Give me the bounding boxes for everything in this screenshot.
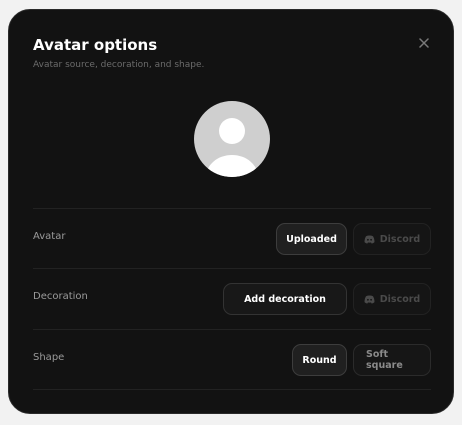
avatar-discord-button[interactable]: Discord — [353, 223, 431, 255]
close-icon — [419, 38, 429, 48]
add-decoration-label: Add decoration — [244, 293, 326, 305]
avatar-preview — [194, 101, 270, 177]
avatar-row: Avatar Uploaded Discord — [33, 208, 431, 268]
modal-subtitle: Avatar source, decoration, and shape. — [33, 60, 205, 70]
soft-square-shape-button[interactable]: Soft square — [353, 344, 431, 376]
round-shape-button[interactable]: Round — [292, 344, 347, 376]
avatar-row-label: Avatar — [33, 231, 66, 242]
discord-icon — [364, 295, 375, 304]
decoration-discord-button[interactable]: Discord — [353, 283, 431, 315]
discord-icon — [364, 235, 375, 244]
shape-row: Shape Round Soft square — [33, 329, 431, 390]
uploaded-button-label: Uploaded — [286, 233, 337, 245]
shape-row-label: Shape — [33, 352, 65, 363]
add-decoration-button[interactable]: Add decoration — [223, 283, 347, 315]
uploaded-button[interactable]: Uploaded — [276, 223, 347, 255]
decoration-discord-label: Discord — [379, 293, 421, 305]
avatar-discord-label: Discord — [379, 233, 421, 245]
soft-square-shape-label: Soft square — [366, 349, 403, 371]
close-button[interactable] — [413, 32, 435, 54]
default-user-avatar-icon — [206, 118, 258, 177]
avatar-options-modal: Avatar options Avatar source, decoration… — [8, 9, 454, 414]
decoration-row: Decoration Add decoration Discord — [33, 268, 431, 328]
round-shape-label: Round — [302, 354, 337, 366]
decoration-row-label: Decoration — [33, 291, 88, 302]
modal-title: Avatar options — [33, 36, 158, 54]
